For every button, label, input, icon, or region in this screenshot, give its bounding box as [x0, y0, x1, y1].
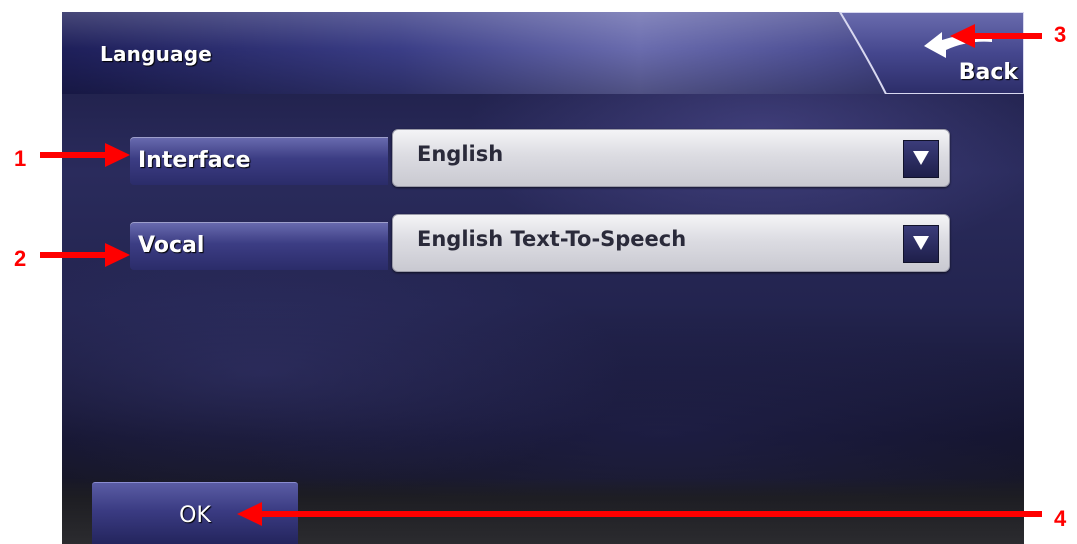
- callout-number-4: 4: [1054, 506, 1067, 531]
- callout-number-3: 3: [1054, 22, 1067, 47]
- callout-number-1: 1: [14, 146, 27, 171]
- callout-arrow-1: [40, 143, 130, 167]
- annotation-arrows: [40, 24, 1042, 526]
- callout-arrow-3: [950, 24, 1042, 48]
- callout-arrow-4: [237, 502, 1042, 526]
- callout-number-2: 2: [14, 246, 27, 271]
- callout-arrow-2: [40, 243, 130, 267]
